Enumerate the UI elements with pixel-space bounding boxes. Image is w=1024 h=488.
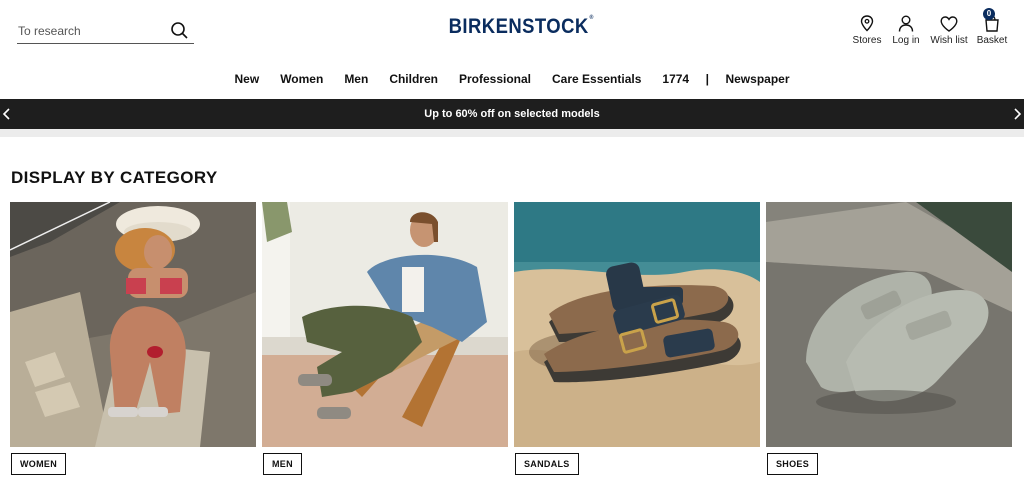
basket-button[interactable]: 0 Basket bbox=[974, 8, 1010, 46]
category-label-men[interactable]: MEN bbox=[263, 453, 302, 475]
nav-item-children[interactable]: Children bbox=[389, 72, 438, 86]
category-card-men[interactable]: MEN bbox=[262, 202, 508, 475]
section-title: DISPLAY BY CATEGORY bbox=[11, 168, 218, 187]
category-image-sandals[interactable] bbox=[514, 202, 760, 447]
chevron-right-icon[interactable] bbox=[1010, 105, 1024, 123]
stores-label: Stores bbox=[852, 35, 882, 46]
nav-item-care-essentials[interactable]: Care Essentials bbox=[552, 72, 641, 86]
category-card-sandals[interactable]: SANDALS bbox=[514, 202, 760, 475]
brand-name: BIRKENSTOCK bbox=[448, 15, 589, 38]
category-image-women[interactable] bbox=[10, 202, 256, 447]
stores-button[interactable]: Stores bbox=[850, 12, 884, 46]
category-image-shoes[interactable] bbox=[766, 202, 1012, 447]
wishlist-button[interactable]: Wish list bbox=[928, 12, 970, 46]
brand-mark: ® bbox=[589, 15, 594, 21]
nav-item-women[interactable]: Women bbox=[280, 72, 323, 86]
nav-item-professional[interactable]: Professional bbox=[459, 72, 531, 86]
login-button[interactable]: Log in bbox=[888, 12, 924, 46]
category-label-women[interactable]: WOMEN bbox=[11, 453, 66, 475]
basket-label: Basket bbox=[976, 35, 1008, 46]
basket-icon: 0 bbox=[983, 8, 1000, 32]
category-card-shoes[interactable]: SHOES bbox=[766, 202, 1012, 475]
nav-separator: | bbox=[705, 72, 709, 86]
category-grid: WOMEN MEN SANDALS SHOES bbox=[10, 202, 1012, 475]
category-label-sandals[interactable]: SANDALS bbox=[515, 453, 579, 475]
promo-banner: Up to 60% off on selected models bbox=[0, 99, 1024, 129]
nav-item-newspaper[interactable]: Newspaper bbox=[725, 72, 789, 86]
category-label-shoes[interactable]: SHOES bbox=[767, 453, 819, 475]
nav-item-1774[interactable]: 1774 bbox=[662, 72, 689, 86]
search-icon[interactable] bbox=[170, 21, 190, 41]
header-actions: Stores Log in Wish list 0 Basket bbox=[850, 8, 1010, 46]
chevron-left-icon[interactable] bbox=[0, 105, 14, 123]
nav-item-new[interactable]: New bbox=[235, 72, 260, 86]
promo-text[interactable]: Up to 60% off on selected models bbox=[424, 108, 599, 120]
basket-count-badge: 0 bbox=[983, 8, 995, 20]
wishlist-label: Wish list bbox=[930, 35, 968, 46]
divider bbox=[0, 129, 1024, 137]
heart-icon bbox=[940, 12, 958, 32]
main-nav: New Women Men Children Professional Care… bbox=[0, 72, 1024, 86]
nav-item-men[interactable]: Men bbox=[344, 72, 368, 86]
category-image-men[interactable] bbox=[262, 202, 508, 447]
location-pin-icon bbox=[860, 12, 874, 32]
brand-logo[interactable]: BIRKENSTOCK® bbox=[440, 15, 594, 43]
search-input[interactable] bbox=[17, 23, 157, 38]
user-icon bbox=[898, 12, 914, 32]
search-bar[interactable] bbox=[17, 18, 194, 44]
category-card-women[interactable]: WOMEN bbox=[10, 202, 256, 475]
login-label: Log in bbox=[892, 35, 920, 46]
